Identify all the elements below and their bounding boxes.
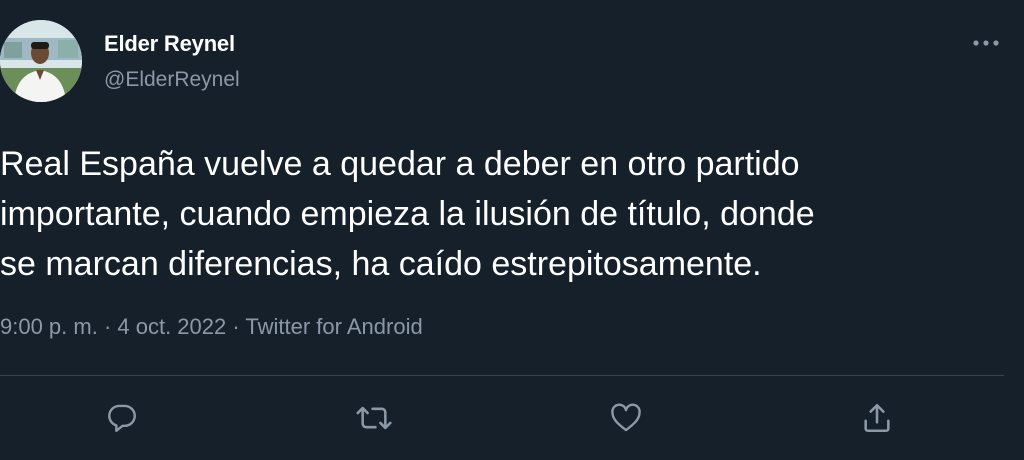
avatar[interactable] (0, 20, 82, 102)
tweet-meta: 9:00 p. m. · 4 oct. 2022 · Twitter for A… (0, 314, 423, 340)
tweet-source[interactable]: Twitter for Android (245, 314, 422, 339)
tweet-text: Real España vuelve a quedar a deber en o… (0, 145, 815, 283)
retweet-icon (356, 406, 392, 430)
tweet: Elder Reynel @ElderReynel Real España vu… (0, 0, 1024, 460)
share-icon (864, 403, 890, 433)
more-icon (973, 40, 999, 46)
share-button[interactable] (857, 398, 897, 438)
more-options-button[interactable] (966, 28, 1006, 58)
reply-icon (108, 404, 136, 432)
like-button[interactable] (606, 398, 646, 438)
reply-button[interactable] (102, 398, 142, 438)
tweet-timestamp[interactable]: 9:00 p. m. · 4 oct. 2022 (0, 314, 226, 339)
like-icon (611, 403, 641, 432)
author-handle[interactable]: @ElderReynel (104, 68, 240, 92)
retweet-button[interactable] (354, 398, 394, 438)
divider (0, 375, 1004, 376)
meta-separator: · (226, 314, 246, 339)
avatar-photo (0, 20, 82, 102)
author-display-name[interactable]: Elder Reynel (104, 31, 235, 57)
